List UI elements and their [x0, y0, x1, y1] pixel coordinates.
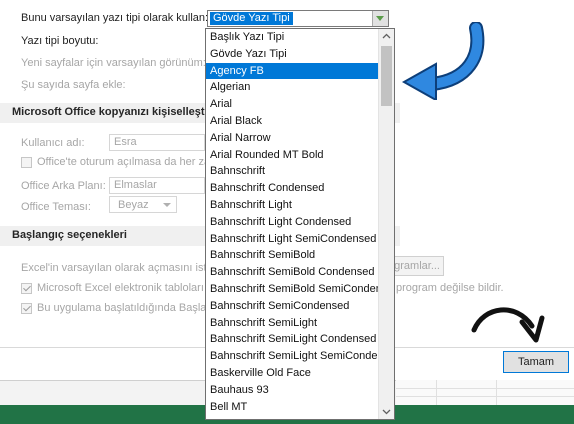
scroll-down-button[interactable]: [379, 404, 394, 419]
always-use-label: Office'te oturum açılmasa da her zaman b…: [37, 156, 205, 168]
font-size-label: Yazı tipi boyutu:: [21, 35, 99, 47]
font-option[interactable]: Bahnschrift SemiCondensed: [206, 298, 378, 315]
font-option[interactable]: Bell MT: [206, 399, 378, 416]
username-label: Kullanıcı adı:: [21, 137, 85, 149]
show-start-checkbox[interactable]: [21, 303, 32, 314]
font-option[interactable]: Başlık Yazı Tipi: [206, 29, 378, 46]
tell-me-label-suffix: program değilse bildir.: [396, 282, 504, 294]
font-option[interactable]: Bahnschrift Light SemiCondensed: [206, 231, 378, 248]
font-option[interactable]: Arial Black: [206, 113, 378, 130]
default-programs-button-label: Varsayılan Programlar...: [394, 260, 440, 272]
font-option[interactable]: Bahnschrift SemiBold Condensed: [206, 264, 378, 281]
font-dropdown-list[interactable]: Başlık Yazı Tipi Gövde Yazı Tipi Agency FB…: [205, 28, 395, 420]
default-programs-text: Excel'in varsayılan olarak açmasını iste…: [21, 262, 205, 274]
chevron-down-icon: [376, 16, 384, 21]
font-option[interactable]: Bauhaus 93: [206, 382, 378, 399]
ok-button[interactable]: Tamam: [503, 351, 569, 373]
default-font-combobox[interactable]: Gövde Yazı Tipi: [207, 10, 389, 27]
office-theme-label: Office Teması:: [21, 201, 91, 213]
default-font-label: Bunu varsayılan yazı tipi olarak kullan:: [21, 12, 209, 24]
tell-me-label: Microsoft Excel elektronik tabloları gör…: [37, 282, 205, 294]
combobox-dropdown-button[interactable]: [372, 11, 388, 26]
font-option[interactable]: Bahnschrift SemiBold SemiConden: [206, 281, 378, 298]
font-option[interactable]: Bahnschrift SemiLight Condensed: [206, 331, 378, 348]
font-option[interactable]: Bahnschrift Light: [206, 197, 378, 214]
curved-arrow-down-icon: [471, 307, 545, 343]
scroll-up-button[interactable]: [379, 29, 394, 44]
font-option[interactable]: Agency FB: [206, 62, 378, 80]
office-background-label: Office Arka Planı:: [21, 180, 106, 192]
ok-button-label: Tamam: [517, 356, 555, 368]
font-option[interactable]: Arial Rounded MT Bold: [206, 147, 378, 164]
font-option[interactable]: Arial Narrow: [206, 130, 378, 147]
chevron-up-icon: [382, 33, 391, 39]
new-sheet-view-label: Yeni sayfalar için varsayılan görünüm:: [21, 57, 206, 69]
username-field[interactable]: Esra: [109, 134, 205, 151]
curved-arrow-left-icon: [401, 22, 485, 100]
font-option[interactable]: Bahnschrift SemiBold: [206, 247, 378, 264]
font-option[interactable]: Bahnschrift SemiLight: [206, 315, 378, 332]
default-font-value: Gövde Yazı Tipi: [210, 12, 293, 25]
always-use-checkbox[interactable]: [21, 157, 32, 168]
font-option[interactable]: Baskerville Old Face: [206, 365, 378, 382]
font-option[interactable]: Gövde Yazı Tipi: [206, 46, 378, 63]
tell-me-checkbox[interactable]: [21, 283, 32, 294]
font-option[interactable]: Algerian: [206, 79, 378, 96]
office-theme-select[interactable]: Beyaz: [109, 196, 177, 213]
worksheet-strip: [396, 380, 574, 405]
office-background-select[interactable]: Elmaslar: [109, 177, 205, 194]
default-programs-button[interactable]: Varsayılan Programlar...: [394, 256, 444, 276]
font-list: Başlık Yazı Tipi Gövde Yazı Tipi Agency FB…: [206, 29, 378, 415]
font-option[interactable]: Arial: [206, 96, 378, 113]
font-option[interactable]: Bahnschrift Light Condensed: [206, 214, 378, 231]
sheet-count-label: Şu sayıda sayfa ekle:: [21, 79, 126, 91]
dropdown-scrollbar[interactable]: [378, 29, 394, 419]
office-theme-value: Beyaz: [118, 199, 149, 211]
show-start-label: Bu uygulama başlatıldığında Başlangıç ek…: [37, 302, 205, 314]
chevron-down-icon: [382, 409, 391, 415]
font-option[interactable]: Bahnschrift Condensed: [206, 180, 378, 197]
chevron-down-icon: [163, 203, 171, 207]
scroll-thumb[interactable]: [381, 46, 392, 106]
font-option[interactable]: Bahnschrift SemiLight SemiConde: [206, 348, 378, 365]
font-option[interactable]: Bahnschrift: [206, 163, 378, 180]
